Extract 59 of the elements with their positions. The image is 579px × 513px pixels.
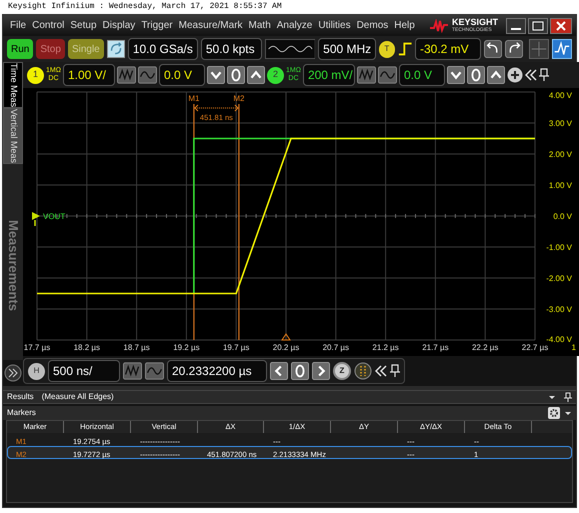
scale-field[interactable]: 200 mV/ [302, 64, 355, 86]
menu-item[interactable]: Math [246, 18, 274, 33]
menu-item[interactable]: Help [391, 18, 418, 33]
y-tick-label: 3.00 V [548, 119, 572, 128]
x-tick-label: 18.7 µs [123, 343, 150, 352]
results-subtitle: (Measure All Edges) [42, 391, 114, 403]
y-tick-label: -4.00 V [546, 335, 572, 344]
channel-badge[interactable]: 2 [266, 66, 284, 84]
y-tick-label: 0.0 V [553, 212, 572, 221]
panel-label: Measurements [4, 220, 22, 312]
offset-field[interactable]: 0.0 V [158, 64, 205, 86]
time-position-field[interactable]: 20.2332200 µs [167, 360, 267, 382]
y-tick-label: 2.00 V [548, 150, 572, 159]
trigger-level-field[interactable]: -30.2 mV [415, 38, 482, 60]
run-button[interactable]: Run [7, 39, 34, 59]
menu-item[interactable]: Display [100, 18, 138, 33]
menu-item[interactable]: Analyze [274, 18, 316, 33]
menu-item[interactable]: File [7, 18, 30, 33]
menu-item[interactable]: Control [29, 18, 68, 33]
bandwidth-field[interactable]: 500 MHz [318, 38, 376, 60]
sample-rate-field[interactable]: 10.0 GSa/s [128, 38, 198, 60]
marker-label: M1 [188, 94, 200, 103]
x-tick-label: 19.2 µs [173, 343, 200, 352]
results-title: Results [7, 391, 34, 403]
menu-item[interactable]: Setup [67, 18, 100, 33]
x-tick-label: 20.7 µs [322, 343, 349, 352]
x-tick-label: 17.7 µs [24, 343, 50, 352]
x-tick-label: 18.2 µs [74, 343, 100, 352]
x-tick-label: 21.7 µs [422, 343, 449, 352]
time-scale-field[interactable]: 500 ns/ [48, 360, 120, 382]
window-title: Keysight Infiniium : Wednesday, March 17, 2021 8:55:37 AM [7, 1, 283, 13]
x-tick-label: 19.7 µs [223, 343, 250, 352]
menu-item[interactable]: Trigger [138, 18, 176, 33]
menu-item[interactable]: Measure/Mark [176, 18, 246, 33]
x-tick-label: 22.7 µs [522, 343, 548, 352]
y-tick-label: -3.00 V [546, 305, 572, 314]
scale-field[interactable]: 1.00 V/ [62, 64, 115, 86]
channel-badge[interactable]: 1 [27, 66, 44, 84]
markers-title: Markers [7, 407, 36, 419]
channel-label: VOUT [43, 212, 66, 221]
marker-label: M2 [233, 94, 244, 103]
offset-field[interactable]: 0.0 V [398, 64, 445, 86]
menu-item[interactable]: Demos [354, 18, 392, 33]
x-tick-label: 21.2 µs [372, 343, 399, 352]
y-tick-label: 4.00 V [548, 91, 572, 100]
y-tick-label: -2.00 V [546, 274, 572, 283]
y-tick-label: -1.00 V [546, 243, 572, 252]
horizontal-badge[interactable]: H [28, 362, 45, 380]
x-tick-label: 1 [572, 343, 576, 352]
side-tab[interactable]: Vertical Meas [3, 108, 23, 164]
menu-item[interactable]: Utilities [315, 18, 354, 33]
x-tick-label: 22.2 µs [472, 343, 498, 352]
side-tab[interactable]: Time Meas [3, 62, 23, 108]
memory-depth-field[interactable]: 50.0 kpts [200, 38, 262, 60]
x-tick-label: 20.2 µs [272, 343, 300, 352]
zoom-badge[interactable]: Z [333, 362, 351, 380]
trigger-badge[interactable]: T [379, 40, 395, 58]
y-tick-label: 1.00 V [548, 181, 572, 190]
logo-name: KEYSIGHT [452, 18, 498, 26]
